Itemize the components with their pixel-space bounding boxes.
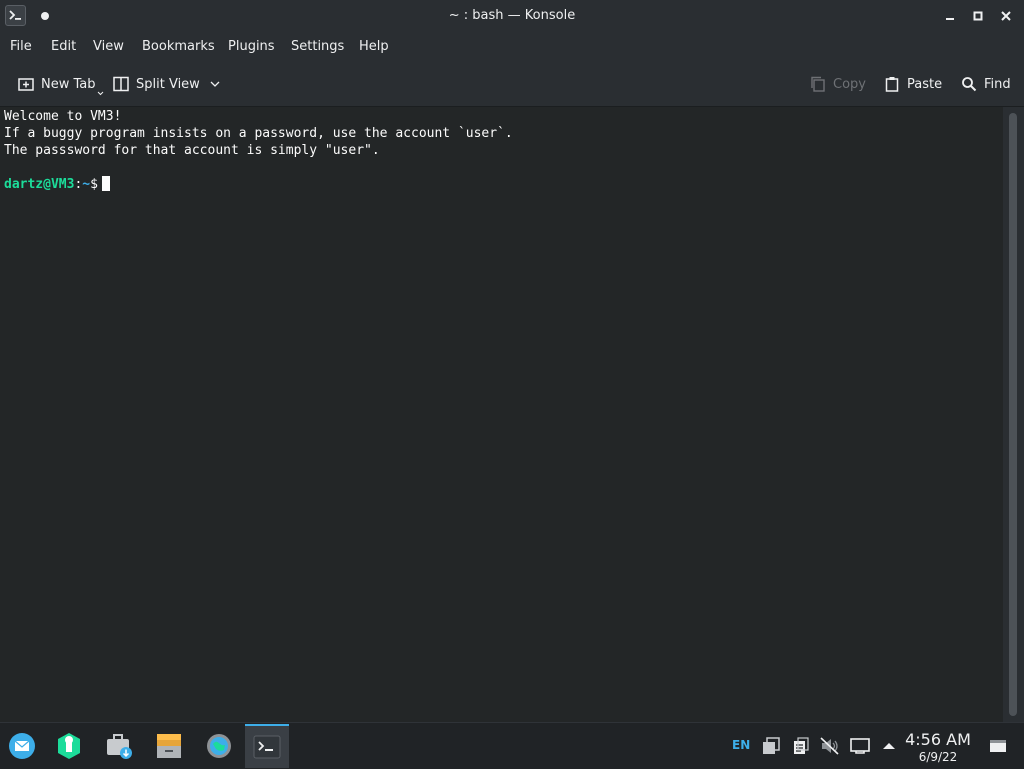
show-desktop-icon[interactable] bbox=[988, 737, 1008, 755]
notes-icon[interactable] bbox=[791, 737, 811, 755]
new-tab-button[interactable]: New Tab bbox=[18, 62, 111, 106]
terminal-line: The passsword for that account is simply… bbox=[4, 143, 380, 158]
volume-muted-icon[interactable] bbox=[820, 737, 840, 755]
terminal-scrollbar[interactable] bbox=[1003, 107, 1024, 722]
menu-bookmarks[interactable]: Bookmarks bbox=[142, 32, 215, 62]
clock-date[interactable]: 6/9/22 bbox=[900, 750, 976, 764]
new-tab-dropdown-icon[interactable] bbox=[97, 91, 104, 96]
clipboard-icon[interactable] bbox=[761, 737, 781, 755]
copy-button[interactable]: Copy bbox=[810, 62, 866, 106]
text-cursor bbox=[101, 176, 110, 191]
network-icon[interactable] bbox=[850, 737, 870, 755]
new-tab-label: New Tab bbox=[41, 76, 96, 92]
find-button[interactable]: Find bbox=[961, 62, 1011, 106]
paste-icon bbox=[885, 77, 899, 92]
terminal-icon[interactable] bbox=[245, 724, 289, 768]
prompt-user-host: dartz@VM3 bbox=[4, 177, 75, 192]
menu-file[interactable]: File bbox=[10, 32, 32, 62]
title-bar: ~ : bash — Konsole bbox=[0, 0, 1024, 33]
copy-label: Copy bbox=[833, 76, 866, 92]
find-label: Find bbox=[984, 76, 1011, 92]
minimize-icon[interactable] bbox=[942, 8, 958, 24]
split-view-label: Split View bbox=[136, 76, 200, 92]
scrollbar-thumb[interactable] bbox=[1009, 113, 1017, 716]
chevron-down-icon[interactable] bbox=[210, 81, 220, 87]
mail-icon[interactable] bbox=[0, 726, 44, 766]
file-manager-icon[interactable] bbox=[147, 726, 191, 766]
menu-plugins[interactable]: Plugins bbox=[228, 32, 275, 62]
taskbar: EN 4:56 AM 6/9/22 bbox=[0, 722, 1024, 769]
prompt-symbol: $ bbox=[90, 177, 98, 192]
window-title: ~ : bash — Konsole bbox=[448, 8, 576, 23]
expand-tray-icon[interactable] bbox=[880, 737, 898, 755]
split-view-icon bbox=[113, 76, 129, 92]
toolbar: New Tab Split View Copy Paste Find bbox=[0, 62, 1024, 107]
menu-view[interactable]: View bbox=[93, 32, 124, 62]
menu-bar: File Edit View Bookmarks Plugins Setting… bbox=[0, 32, 1024, 62]
store-icon[interactable] bbox=[97, 726, 141, 766]
split-view-button[interactable]: Split View bbox=[113, 62, 227, 106]
terminal-view[interactable]: Welcome to VM3! If a buggy program insis… bbox=[0, 107, 1003, 722]
paste-button[interactable]: Paste bbox=[884, 62, 942, 106]
copy-icon bbox=[811, 76, 825, 92]
settings-icon[interactable] bbox=[197, 726, 241, 766]
paste-label: Paste bbox=[907, 76, 943, 92]
terminal-prompt: dartz@VM3:~$ bbox=[4, 176, 999, 193]
keyboard-layout-indicator[interactable]: EN bbox=[732, 738, 750, 752]
menu-edit[interactable]: Edit bbox=[51, 32, 76, 62]
terminal-line: If a buggy program insists on a password… bbox=[4, 126, 513, 141]
menu-settings[interactable]: Settings bbox=[291, 32, 344, 62]
terminal-line: Welcome to VM3! bbox=[4, 109, 122, 124]
search-icon bbox=[962, 77, 977, 92]
prompt-path: ~ bbox=[82, 177, 91, 192]
maximize-icon[interactable] bbox=[970, 8, 986, 24]
new-tab-icon bbox=[18, 78, 34, 91]
menu-help[interactable]: Help bbox=[359, 32, 389, 62]
clock-time[interactable]: 4:56 AM bbox=[900, 730, 976, 749]
close-icon[interactable] bbox=[998, 8, 1014, 24]
discover-icon[interactable] bbox=[47, 726, 91, 766]
